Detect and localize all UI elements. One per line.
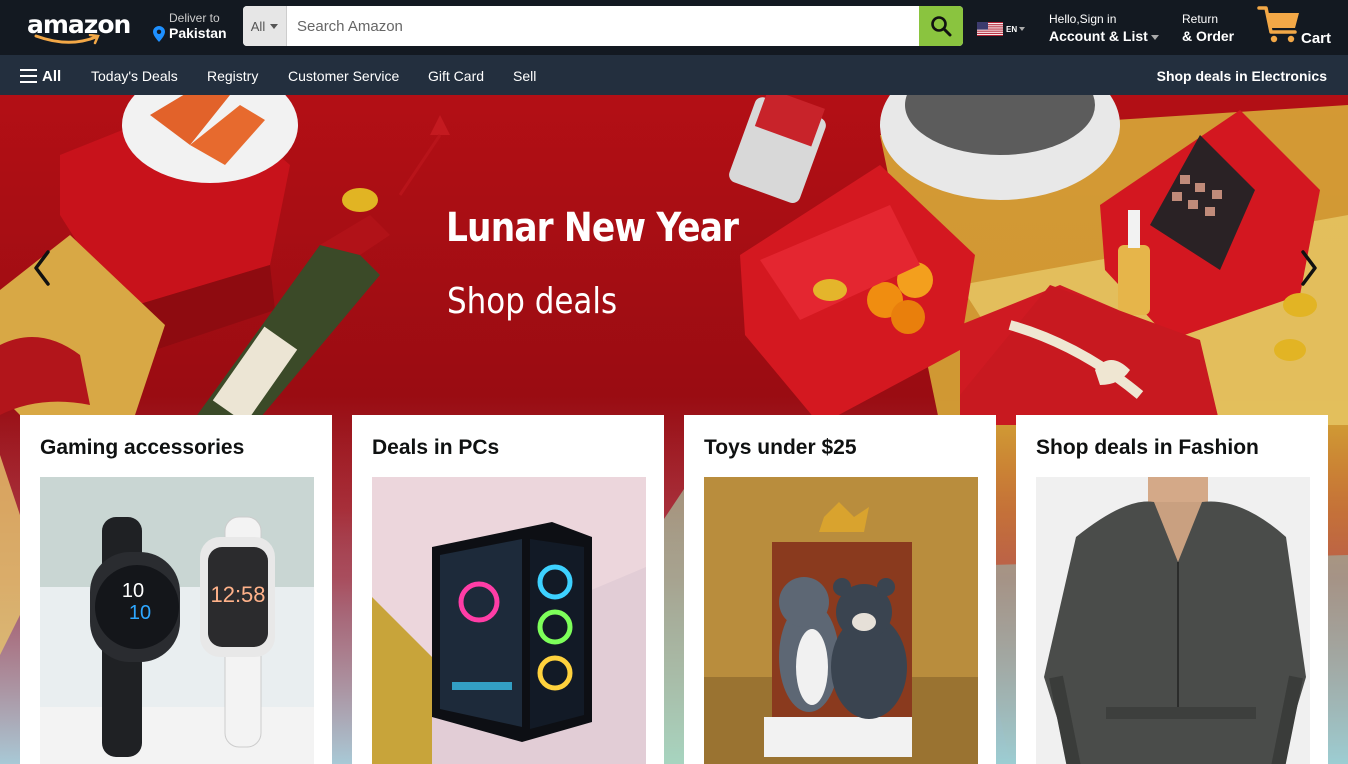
svg-text:10: 10 — [122, 580, 144, 602]
gaming-pc-case-image[interactable] — [372, 477, 646, 764]
carousel-next-button[interactable] — [1294, 245, 1324, 291]
card-gaming-accessories[interactable]: Gaming accessories 10 10 12:58 — [20, 415, 332, 764]
smartwatches-image[interactable]: 10 10 12:58 — [40, 477, 314, 764]
svg-text:10: 10 — [129, 602, 151, 624]
card-title[interactable]: Deals in PCs — [372, 436, 499, 460]
card-title[interactable]: Gaming accessories — [40, 436, 244, 460]
nav-link-customer-service[interactable]: Customer Service — [288, 68, 399, 84]
top-navbar: amazon Deliver to Pakistan All Search Am… — [0, 0, 1348, 55]
cart-button[interactable]: Cart — [1257, 4, 1337, 48]
deliver-to-label: Deliver to — [169, 11, 220, 25]
hamburger-icon — [20, 69, 37, 83]
carousel-prev-button[interactable] — [27, 245, 57, 291]
card-toys-under-25[interactable]: Toys under $25 — [684, 415, 996, 764]
man-in-sweatshirt-image[interactable] — [1036, 477, 1310, 764]
all-menu-label: All — [42, 67, 62, 85]
cart-icon — [1257, 6, 1299, 43]
plush-toys-image[interactable] — [704, 477, 978, 764]
nav-link-todays-deals[interactable]: Today's Deals — [91, 68, 178, 84]
all-menu-button[interactable]: All — [20, 65, 61, 87]
card-title[interactable]: Toys under $25 — [704, 436, 857, 460]
deliver-to-location: Pakistan — [169, 25, 227, 41]
search-button[interactable] — [919, 6, 963, 46]
sub-navbar: All Today's Deals Registry Customer Serv… — [0, 55, 1348, 95]
returns-label: Return — [1182, 12, 1219, 26]
search-bar: All — [243, 6, 963, 46]
chevron-down-icon — [1151, 35, 1159, 40]
language-selector[interactable]: EN — [977, 22, 1032, 36]
svg-text:12:58: 12:58 — [210, 582, 265, 607]
returns-and-orders[interactable]: Return & Order — [1182, 11, 1252, 47]
card-deals-in-pcs[interactable]: Deals in PCs — [352, 415, 664, 764]
location-pin-icon — [153, 26, 165, 42]
search-input[interactable] — [287, 6, 919, 46]
nav-link-sell[interactable]: Sell — [513, 68, 536, 84]
chevron-left-icon — [34, 250, 50, 286]
chevron-down-icon — [270, 23, 279, 29]
account-and-lists[interactable]: Hello,Sign in Account & List — [1049, 11, 1164, 47]
language-code: EN — [1006, 24, 1018, 34]
hero-subtitle[interactable]: Shop deals — [447, 281, 617, 322]
search-category-select[interactable]: All — [243, 6, 287, 46]
card-shop-deals-in-fashion[interactable]: Shop deals in Fashion — [1016, 415, 1328, 764]
account-label: Account & List — [1049, 28, 1148, 44]
cart-label: Cart — [1301, 30, 1332, 47]
search-category-label: All — [250, 18, 266, 34]
nav-link-registry[interactable]: Registry — [207, 68, 258, 84]
orders-label: & Order — [1182, 28, 1235, 44]
chevron-right-icon — [1301, 250, 1317, 286]
logo-smile-icon — [34, 34, 100, 45]
card-title[interactable]: Shop deals in Fashion — [1036, 436, 1259, 460]
nav-link-gift-card[interactable]: Gift Card — [428, 68, 484, 84]
search-icon — [931, 16, 952, 37]
nav-promo-electronics[interactable]: Shop deals in Electronics — [1157, 68, 1327, 84]
chevron-down-icon — [1019, 27, 1026, 31]
deliver-to[interactable]: Deliver to Pakistan — [153, 10, 233, 46]
hero-title: Lunar New Year — [446, 205, 739, 251]
account-greeting: Hello,Sign in — [1049, 12, 1117, 26]
us-flag-icon — [977, 22, 1003, 36]
amazon-logo[interactable]: amazon — [24, 8, 131, 48]
